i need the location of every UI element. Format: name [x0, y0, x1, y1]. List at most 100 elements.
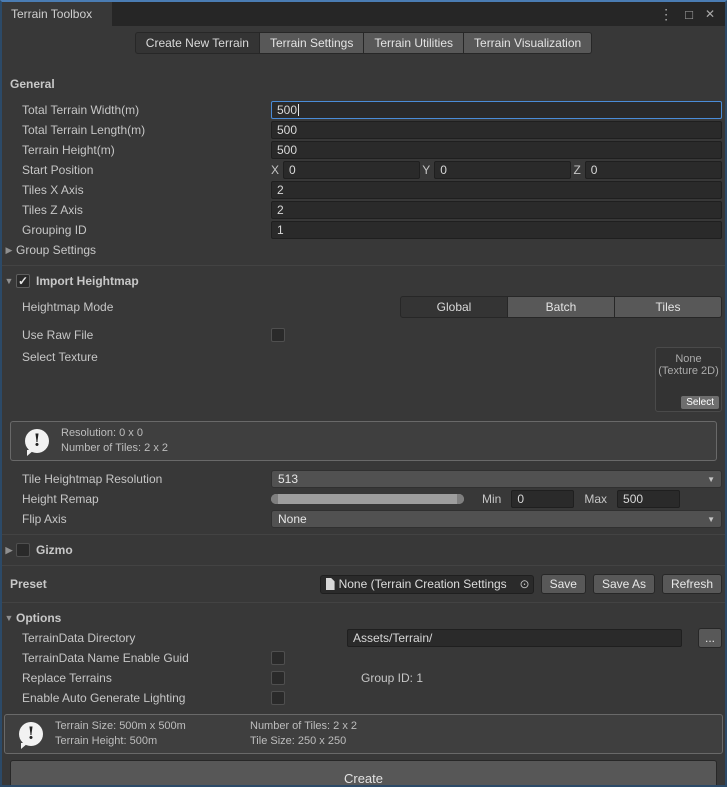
import-heightmap-header-row: ▼ ✓ Import Heightmap: [2, 271, 725, 291]
info-icon: !: [19, 722, 43, 746]
preset-save-as-button[interactable]: Save As: [593, 574, 655, 594]
total-terrain-width-row: Total Terrain Width(m) 500: [2, 100, 725, 120]
start-position-x-input[interactable]: 0: [283, 161, 420, 179]
terrain-height-input[interactable]: 500: [271, 141, 722, 159]
tiles-x-axis-value: 2: [277, 183, 284, 197]
preset-refresh-button[interactable]: Refresh: [662, 574, 722, 594]
titlebar-controls: ⋮ □ ✕: [659, 2, 725, 26]
summary-number-of-tiles: Number of Tiles: 2 x 2: [250, 719, 357, 734]
general-section-header: General: [2, 74, 725, 94]
flip-axis-label: Flip Axis: [2, 512, 271, 526]
height-remap-max-value: 500: [623, 492, 643, 506]
flip-axis-dropdown[interactable]: None ▼: [271, 510, 722, 528]
heightmap-mode-label: Heightmap Mode: [2, 300, 271, 314]
tab-terrain-settings[interactable]: Terrain Settings: [260, 32, 364, 54]
gizmo-label: Gizmo: [36, 543, 73, 557]
tiles-z-axis-label: Tiles Z Axis: [2, 203, 271, 217]
texture-object-picker[interactable]: None (Texture 2D) Select: [655, 347, 722, 412]
kebab-menu-icon[interactable]: ⋮: [659, 7, 673, 21]
tile-heightmap-resolution-row: Tile Heightmap Resolution 513 ▼: [2, 469, 725, 489]
start-position-y-input[interactable]: 0: [434, 161, 571, 179]
total-terrain-length-row: Total Terrain Length(m) 500: [2, 120, 725, 140]
resolution-info-box: ! Resolution: 0 x 0 Number of Tiles: 2 x…: [10, 421, 717, 461]
object-picker-icon[interactable]: ⊙: [520, 577, 530, 591]
use-raw-file-label: Use Raw File: [2, 328, 271, 342]
tiles-x-axis-row: Tiles X Axis 2: [2, 180, 725, 200]
group-settings-row[interactable]: ▶ Group Settings: [2, 240, 725, 260]
create-button[interactable]: Create: [10, 760, 717, 787]
chevron-right-icon[interactable]: ▶: [2, 245, 16, 256]
chevron-down-icon[interactable]: ▼: [2, 613, 16, 623]
dropdown-arrow-icon: ▼: [707, 475, 715, 484]
start-position-label: Start Position: [2, 163, 271, 177]
replace-terrains-row: Replace Terrains Group ID: 1: [2, 668, 725, 688]
browse-directory-button[interactable]: ...: [698, 628, 722, 648]
info-icon: !: [25, 429, 49, 453]
tab-create-new-terrain[interactable]: Create New Terrain: [135, 32, 260, 54]
replace-terrains-checkbox[interactable]: [271, 671, 285, 685]
heightmap-mode-global-button[interactable]: Global: [400, 296, 508, 318]
height-remap-max-input[interactable]: 500: [617, 490, 680, 508]
close-icon[interactable]: ✕: [705, 8, 715, 20]
replace-terrains-label: Replace Terrains: [2, 671, 271, 685]
text-cursor: [298, 104, 299, 116]
height-remap-slider[interactable]: [271, 494, 464, 504]
flip-axis-row: Flip Axis None ▼: [2, 509, 725, 529]
terraindata-name-guid-checkbox[interactable]: [271, 651, 285, 665]
gizmo-row: ▶ Gizmo: [2, 540, 725, 560]
summary-terrain-size: Terrain Size: 500m x 500m: [55, 719, 250, 734]
tab-terrain-visualization[interactable]: Terrain Visualization: [464, 32, 592, 54]
slider-min-handle[interactable]: [271, 494, 278, 504]
group-id-text: Group ID: 1: [361, 671, 423, 685]
tiles-z-axis-input[interactable]: 2: [271, 201, 722, 219]
start-position-x-value: 0: [289, 163, 296, 177]
resolution-info-line1: Resolution: 0 x 0: [61, 426, 168, 441]
tile-heightmap-resolution-dropdown[interactable]: 513 ▼: [271, 470, 722, 488]
tiles-x-axis-input[interactable]: 2: [271, 181, 722, 199]
texture-none-line1: None: [656, 353, 721, 365]
terraindata-directory-input[interactable]: Assets/Terrain/: [347, 629, 682, 647]
grouping-id-label: Grouping ID: [2, 223, 271, 237]
resolution-info-line2: Number of Tiles: 2 x 2: [61, 441, 168, 456]
height-remap-min-input[interactable]: 0: [511, 490, 574, 508]
terraindata-name-guid-label: TerrainData Name Enable Guid: [2, 651, 271, 665]
window-tab-terrain-toolbox[interactable]: Terrain Toolbox: [2, 2, 112, 26]
import-heightmap-checkbox[interactable]: ✓: [16, 274, 30, 288]
preset-save-button[interactable]: Save: [541, 574, 586, 594]
total-terrain-width-label: Total Terrain Width(m): [2, 103, 271, 117]
preset-object-field[interactable]: None (Terrain Creation Settings ⊙: [320, 575, 534, 594]
heightmap-mode-row: Heightmap Mode Global Batch Tiles: [2, 295, 725, 319]
tab-terrain-utilities[interactable]: Terrain Utilities: [364, 32, 464, 54]
texture-none-line2: (Texture 2D): [656, 365, 721, 377]
max-label: Max: [584, 492, 607, 506]
chevron-down-icon[interactable]: ▼: [2, 276, 16, 286]
import-heightmap-label: Import Heightmap: [36, 274, 139, 288]
summary-terrain-height: Terrain Height: 500m: [55, 734, 250, 749]
total-terrain-length-input[interactable]: 500: [271, 121, 722, 139]
auto-generate-lighting-row: Enable Auto Generate Lighting: [2, 688, 725, 708]
preset-object-value: None (Terrain Creation Settings: [339, 577, 518, 591]
heightmap-mode-batch-button[interactable]: Batch: [508, 296, 615, 318]
gizmo-checkbox[interactable]: [16, 543, 30, 557]
grouping-id-input[interactable]: 1: [271, 221, 722, 239]
heightmap-mode-tiles-button[interactable]: Tiles: [615, 296, 722, 318]
texture-select-button[interactable]: Select: [681, 396, 719, 409]
use-raw-file-checkbox[interactable]: [271, 328, 285, 342]
slider-max-handle[interactable]: [457, 494, 464, 504]
tile-heightmap-resolution-label: Tile Heightmap Resolution: [2, 472, 271, 486]
maximize-icon[interactable]: □: [685, 8, 693, 21]
auto-generate-lighting-checkbox[interactable]: [271, 691, 285, 705]
dropdown-arrow-icon: ▼: [707, 515, 715, 524]
start-position-row: Start Position X 0 Y 0 Z 0: [2, 160, 725, 180]
min-label: Min: [482, 492, 501, 506]
terrain-summary-box: ! Terrain Size: 500m x 500m Terrain Heig…: [4, 714, 723, 754]
create-button-label: Create: [344, 771, 383, 786]
total-terrain-width-input[interactable]: 500: [271, 101, 722, 119]
options-header-label: Options: [16, 611, 61, 625]
flip-axis-value: None: [278, 512, 307, 526]
start-position-z-input[interactable]: 0: [585, 161, 722, 179]
section-divider: [2, 565, 725, 566]
chevron-right-icon[interactable]: ▶: [2, 545, 16, 556]
group-settings-label: Group Settings: [16, 243, 96, 257]
mode-toolbar: Create New Terrain Terrain Settings Terr…: [2, 26, 725, 60]
